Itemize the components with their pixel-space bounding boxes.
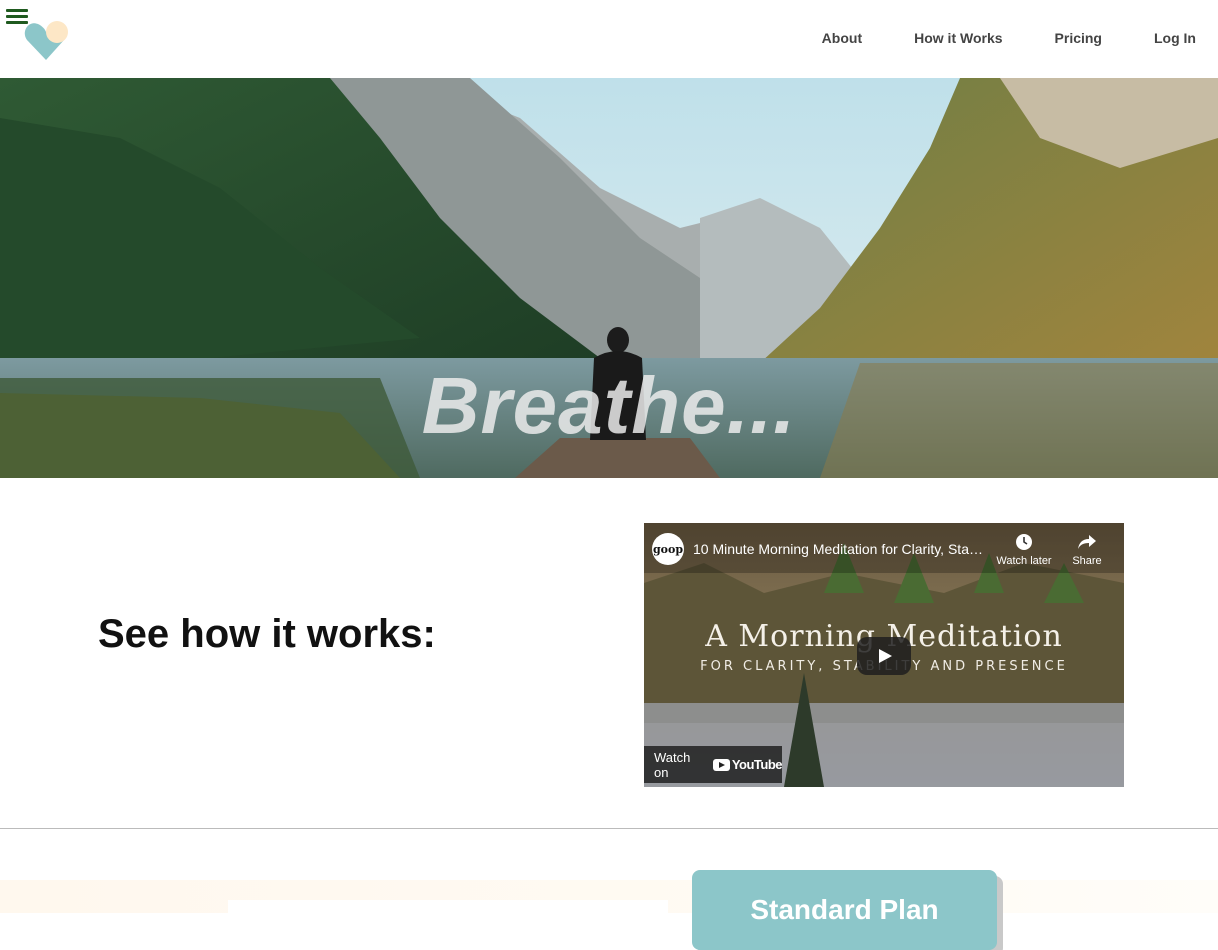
watch-on-youtube-button[interactable]: Watch on YouTube — [644, 746, 783, 783]
share-label: Share — [1072, 555, 1102, 567]
channel-avatar[interactable]: goop — [652, 533, 684, 565]
youtube-logo-icon: YouTube — [712, 757, 783, 772]
video-title[interactable]: 10 Minute Morning Meditation for Clarity… — [693, 541, 988, 557]
nav-about-link[interactable]: About — [822, 30, 862, 46]
nav-pricing-link[interactable]: Pricing — [1055, 30, 1102, 46]
standard-plan-card[interactable]: Standard Plan — [692, 870, 997, 950]
hero-title: Breathe... — [421, 361, 797, 450]
share-arrow-icon — [1078, 535, 1096, 549]
watch-on-label: Watch on — [654, 749, 691, 780]
youtube-label: YouTube — [731, 757, 783, 772]
watch-later-button[interactable]: Watch later — [994, 533, 1054, 567]
share-button[interactable]: Share — [1064, 533, 1110, 567]
youtube-video-embed[interactable]: goop 10 Minute Morning Meditation for Cl… — [644, 523, 1124, 787]
clock-icon — [1016, 534, 1032, 550]
nav-how-it-works-link[interactable]: How it Works — [914, 30, 1002, 46]
play-button-icon[interactable] — [857, 637, 911, 675]
heart-logo-icon[interactable] — [24, 18, 72, 62]
site-header: About How it Works Pricing Log In — [0, 0, 1218, 78]
nav-login-link[interactable]: Log In — [1154, 30, 1196, 46]
plan-title: Standard Plan — [750, 894, 939, 925]
how-it-works-heading: See how it works: — [98, 612, 436, 656]
pricing-panel — [228, 900, 668, 913]
hero-banner: Breathe... — [0, 78, 1218, 478]
watch-later-label: Watch later — [996, 555, 1052, 567]
main-nav: About How it Works Pricing Log In — [770, 30, 1196, 46]
section-divider — [0, 828, 1218, 829]
